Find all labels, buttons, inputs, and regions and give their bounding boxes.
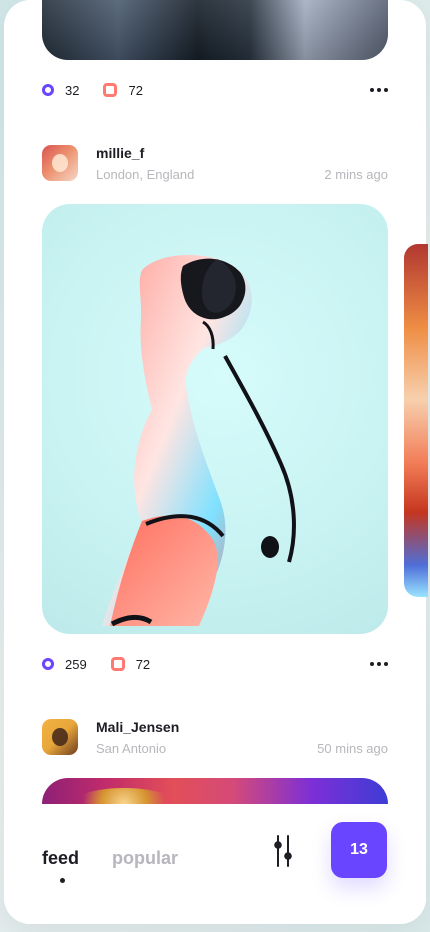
more-icon — [370, 662, 374, 666]
more-icon — [370, 88, 374, 92]
avatar-face — [52, 154, 68, 172]
avatar[interactable] — [42, 719, 78, 755]
username[interactable]: millie_f — [96, 145, 388, 161]
more-icon — [377, 88, 381, 92]
image-highlight — [42, 0, 388, 60]
more-icon — [384, 662, 388, 666]
next-post-image[interactable] — [42, 778, 388, 804]
author-info: millie_f London, England 2 mins ago — [96, 145, 388, 182]
circle-icon — [42, 658, 54, 670]
app-screen: 32 72 millie_f London, England 2 mins ag… — [4, 0, 426, 924]
timestamp: 50 mins ago — [317, 740, 388, 756]
square-stat[interactable]: 72 — [103, 82, 143, 98]
avatar[interactable] — [42, 145, 78, 181]
square-count: 72 — [135, 656, 151, 672]
avatar-face — [52, 728, 68, 746]
square-count: 72 — [128, 82, 143, 98]
tab-popular[interactable]: popular — [112, 848, 178, 868]
square-stat[interactable]: 72 — [110, 656, 151, 672]
location: San Antonio — [96, 740, 167, 756]
post-author[interactable]: millie_f London, England 2 mins ago — [42, 144, 388, 182]
author-meta: London, England 2 mins ago — [96, 167, 388, 182]
circle-stat[interactable]: 32 — [42, 83, 79, 98]
timestamp: 2 mins ago — [324, 166, 388, 182]
more-options-button[interactable] — [370, 662, 388, 666]
circle-count: 32 — [65, 82, 80, 98]
circle-stat[interactable]: 259 — [42, 657, 87, 672]
hooded-figure-photo — [102, 255, 296, 627]
filter-icon[interactable] — [270, 834, 296, 868]
post-image[interactable] — [42, 204, 388, 634]
previous-post-image[interactable] — [42, 0, 388, 60]
location: London, England — [96, 166, 195, 182]
post-stats-2: 259 72 — [42, 654, 388, 674]
notifications-button[interactable]: 13 — [331, 822, 387, 878]
username[interactable]: Mali_Jensen — [96, 719, 388, 735]
image-highlight — [72, 788, 176, 804]
more-icon — [377, 662, 381, 666]
more-icon — [384, 88, 388, 92]
active-indicator — [60, 878, 65, 883]
circle-count: 259 — [65, 656, 87, 672]
more-options-button[interactable] — [370, 88, 388, 92]
author-meta: San Antonio 50 mins ago — [96, 741, 388, 756]
post-stats-1: 32 72 — [42, 80, 388, 100]
author-info: Mali_Jensen San Antonio 50 mins ago — [96, 719, 388, 756]
bottom-navigation: feed popular 13 — [4, 804, 426, 924]
square-icon — [110, 657, 125, 671]
square-icon — [103, 83, 118, 97]
tab-feed[interactable]: feed — [42, 848, 79, 868]
post-author[interactable]: Mali_Jensen San Antonio 50 mins ago — [42, 718, 388, 756]
adjacent-card[interactable] — [404, 244, 428, 597]
circle-icon — [42, 84, 54, 96]
